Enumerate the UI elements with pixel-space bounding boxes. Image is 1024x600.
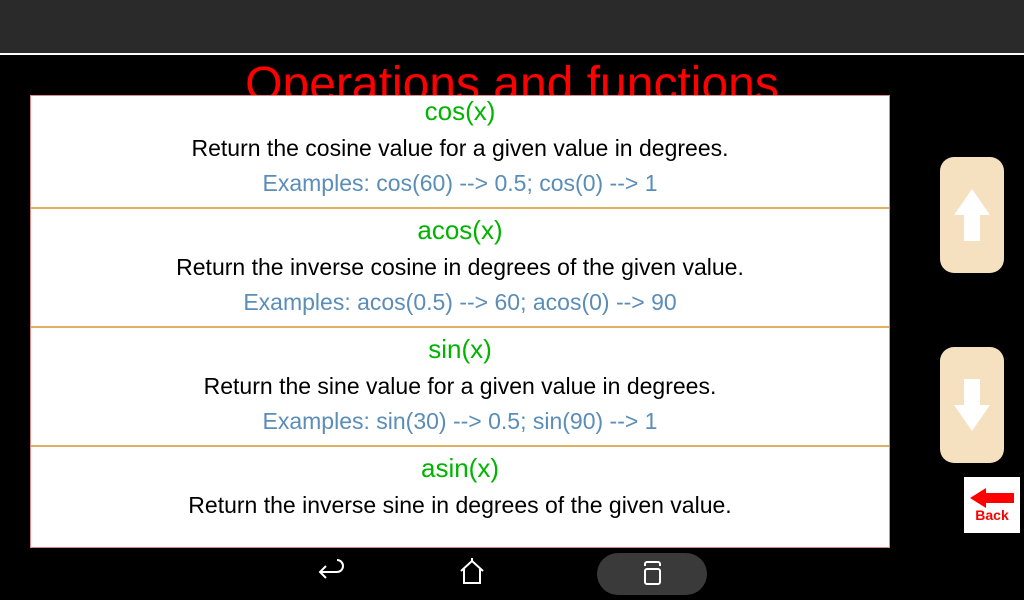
function-description: Return the inverse cosine in degrees of … <box>31 254 889 281</box>
function-examples: Examples: cos(60) --> 0.5; cos(0) --> 1 <box>31 170 889 197</box>
function-name: acos(x) <box>31 215 889 246</box>
content-area: Operations and functions cos(x) Return t… <box>0 57 1024 548</box>
function-description: Return the inverse sine in degrees of th… <box>31 492 889 519</box>
nav-bar <box>0 548 1024 600</box>
scroll-up-button[interactable] <box>940 157 1004 273</box>
function-examples: Examples: acos(0.5) --> 60; acos(0) --> … <box>31 289 889 316</box>
function-entry[interactable]: sin(x) Return the sine value for a given… <box>31 328 889 447</box>
home-icon <box>457 557 487 587</box>
back-arrow-icon <box>970 487 1014 509</box>
recent-apps-icon <box>637 559 667 589</box>
function-entry[interactable]: asin(x) Return the inverse sine in degre… <box>31 447 889 529</box>
status-bar <box>0 0 1024 55</box>
function-examples: Examples: sin(30) --> 0.5; sin(90) --> 1 <box>31 408 889 435</box>
nav-home-button[interactable] <box>457 557 487 592</box>
scroll-down-button[interactable] <box>940 347 1004 463</box>
nav-back-button[interactable] <box>317 557 347 592</box>
back-button[interactable]: Back <box>964 477 1020 533</box>
function-entry[interactable]: cos(x) Return the cosine value for a giv… <box>31 96 889 209</box>
function-name: cos(x) <box>31 96 889 127</box>
function-description: Return the sine value for a given value … <box>31 373 889 400</box>
back-label: Back <box>975 507 1008 523</box>
function-description: Return the cosine value for a given valu… <box>31 135 889 162</box>
arrow-down-icon <box>952 375 992 435</box>
arrow-up-icon <box>952 185 992 245</box>
function-name: sin(x) <box>31 334 889 365</box>
function-name: asin(x) <box>31 453 889 484</box>
nav-recent-button[interactable] <box>597 553 707 595</box>
function-entry[interactable]: acos(x) Return the inverse cosine in deg… <box>31 209 889 328</box>
functions-list[interactable]: cos(x) Return the cosine value for a giv… <box>30 95 890 548</box>
back-icon <box>317 557 347 587</box>
